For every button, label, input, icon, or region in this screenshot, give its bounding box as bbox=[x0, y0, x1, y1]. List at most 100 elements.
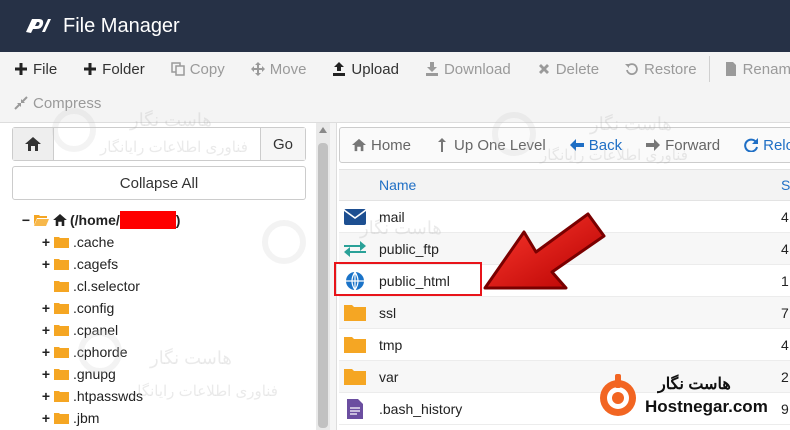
hostnegar-brand: هاست نگار Hostnegar.com bbox=[592, 372, 790, 422]
annotation-arrow-icon bbox=[483, 212, 606, 290]
tree-item-label: .cagefs bbox=[73, 256, 119, 272]
brand-persian-name: هاست نگار bbox=[658, 376, 731, 393]
collapse-all-button[interactable]: Collapse All bbox=[12, 166, 306, 200]
new-folder-label: Folder bbox=[102, 60, 145, 78]
reload-button[interactable]: Reload bbox=[732, 128, 790, 162]
hostnegar-logo-icon bbox=[600, 374, 636, 416]
watermark-logo-icon bbox=[262, 220, 306, 264]
file-name: public_ftp bbox=[379, 240, 439, 257]
watermark-text: هاست نگار bbox=[590, 114, 672, 134]
home-button[interactable]: Home bbox=[340, 128, 423, 162]
restore-label: Restore bbox=[644, 60, 697, 78]
file-size: 4 bbox=[781, 208, 789, 225]
folder-icon bbox=[54, 303, 69, 314]
collapse-toggle[interactable]: − bbox=[20, 212, 32, 228]
expand-toggle[interactable]: + bbox=[40, 366, 52, 382]
redacted-username bbox=[119, 211, 176, 229]
download-button[interactable]: Download bbox=[411, 61, 523, 78]
delete-label: Delete bbox=[555, 60, 600, 78]
watermark-subtext: فناوری اطلاعات رایانگار bbox=[100, 139, 248, 156]
upload-label: Upload bbox=[351, 60, 399, 78]
tree-item-label: .config bbox=[73, 300, 115, 316]
tree-root-prefix: (/home/ bbox=[70, 212, 120, 228]
file-name: var bbox=[379, 368, 399, 385]
app-title: File Manager bbox=[63, 14, 180, 37]
up-one-level-button[interactable]: Up One Level bbox=[423, 128, 558, 162]
tree-item[interactable]: + .jbm bbox=[40, 407, 310, 429]
plus-icon bbox=[15, 63, 27, 75]
compress-button[interactable]: Compress bbox=[0, 95, 113, 112]
home-icon bbox=[53, 214, 67, 226]
rename-label: Rename bbox=[742, 60, 790, 78]
expand-toggle[interactable]: + bbox=[40, 344, 52, 360]
download-label: Download bbox=[443, 60, 511, 78]
file-size: 4 bbox=[781, 336, 789, 353]
folder-icon bbox=[54, 237, 69, 248]
file-size: 4 bbox=[781, 240, 789, 257]
reload-icon bbox=[744, 138, 759, 152]
new-file-button[interactable]: File bbox=[0, 61, 69, 78]
file-table-header: Name S bbox=[339, 169, 790, 201]
app-header: File Manager bbox=[0, 0, 790, 52]
folder-icon bbox=[54, 413, 69, 424]
restore-button[interactable]: Restore bbox=[611, 61, 709, 78]
move-label: Move bbox=[269, 60, 307, 78]
home-dir-button[interactable] bbox=[13, 128, 54, 160]
folder-icon bbox=[54, 347, 69, 358]
folder-icon bbox=[54, 325, 69, 336]
text-file-icon bbox=[343, 398, 367, 419]
file-name: .bash_history bbox=[379, 400, 463, 417]
file-size: 7 bbox=[781, 304, 789, 321]
folder-icon bbox=[343, 303, 367, 323]
copy-button[interactable]: Copy bbox=[157, 61, 237, 78]
cpanel-logo-icon bbox=[26, 19, 51, 33]
go-button[interactable]: Go bbox=[260, 128, 305, 160]
reload-label: Reload bbox=[763, 136, 790, 154]
expand-toggle[interactable]: + bbox=[40, 300, 52, 316]
move-icon bbox=[250, 62, 265, 76]
tree-item-label: .jbm bbox=[73, 410, 100, 426]
rename-button[interactable]: Rename bbox=[710, 61, 790, 78]
column-header-size[interactable]: S bbox=[781, 177, 790, 193]
tree-item[interactable]: + .config bbox=[40, 297, 310, 319]
copy-icon bbox=[170, 62, 185, 76]
home-button-label: Home bbox=[371, 136, 412, 154]
folder-icon bbox=[54, 391, 69, 402]
scroll-thumb[interactable] bbox=[318, 143, 328, 428]
tree-item[interactable]: + .cpanel bbox=[40, 319, 310, 341]
watermark-logo-icon bbox=[492, 112, 536, 156]
watermark-text: هاست نگار bbox=[360, 218, 442, 238]
toolbar-row-1: File Folder Copy Move Upload Download De… bbox=[0, 52, 790, 86]
delete-button[interactable]: Delete bbox=[523, 61, 611, 78]
expand-toggle[interactable]: + bbox=[40, 234, 52, 250]
left-pane-scrollbar[interactable] bbox=[316, 123, 330, 430]
watermark-logo-icon bbox=[52, 108, 96, 152]
expand-toggle[interactable]: + bbox=[40, 388, 52, 404]
level-up-icon bbox=[438, 138, 447, 152]
expand-toggle[interactable]: + bbox=[40, 410, 52, 426]
home-icon bbox=[25, 137, 41, 151]
upload-button[interactable]: Upload bbox=[318, 61, 411, 78]
file-row[interactable]: tmp 4 bbox=[339, 329, 790, 361]
tree-item-label: .cl.selector bbox=[73, 278, 140, 294]
folder-icon bbox=[343, 335, 367, 355]
move-button[interactable]: Move bbox=[237, 61, 319, 78]
file-icon bbox=[725, 62, 736, 76]
folder-icon bbox=[54, 259, 69, 270]
file-name: tmp bbox=[379, 336, 403, 353]
expand-toggle[interactable]: + bbox=[40, 322, 52, 338]
tree-root-suffix: ) bbox=[175, 212, 181, 228]
tree-item-label: .cache bbox=[73, 234, 115, 250]
toolbar: File Folder Copy Move Upload Download De… bbox=[0, 52, 790, 123]
watermark-logo-icon bbox=[78, 330, 122, 374]
tree-item[interactable]: .cl.selector bbox=[40, 275, 310, 297]
column-header-name[interactable]: Name bbox=[379, 177, 416, 193]
folder-icon bbox=[54, 281, 69, 292]
open-folder-icon bbox=[34, 215, 49, 226]
new-folder-button[interactable]: Folder bbox=[69, 61, 157, 78]
watermark-text: هاست نگار bbox=[150, 348, 232, 368]
expand-toggle[interactable]: + bbox=[40, 256, 52, 272]
watermark-text: هاست نگار bbox=[130, 110, 212, 130]
scroll-up-arrow-icon[interactable] bbox=[319, 127, 327, 133]
plus-icon bbox=[84, 63, 97, 75]
